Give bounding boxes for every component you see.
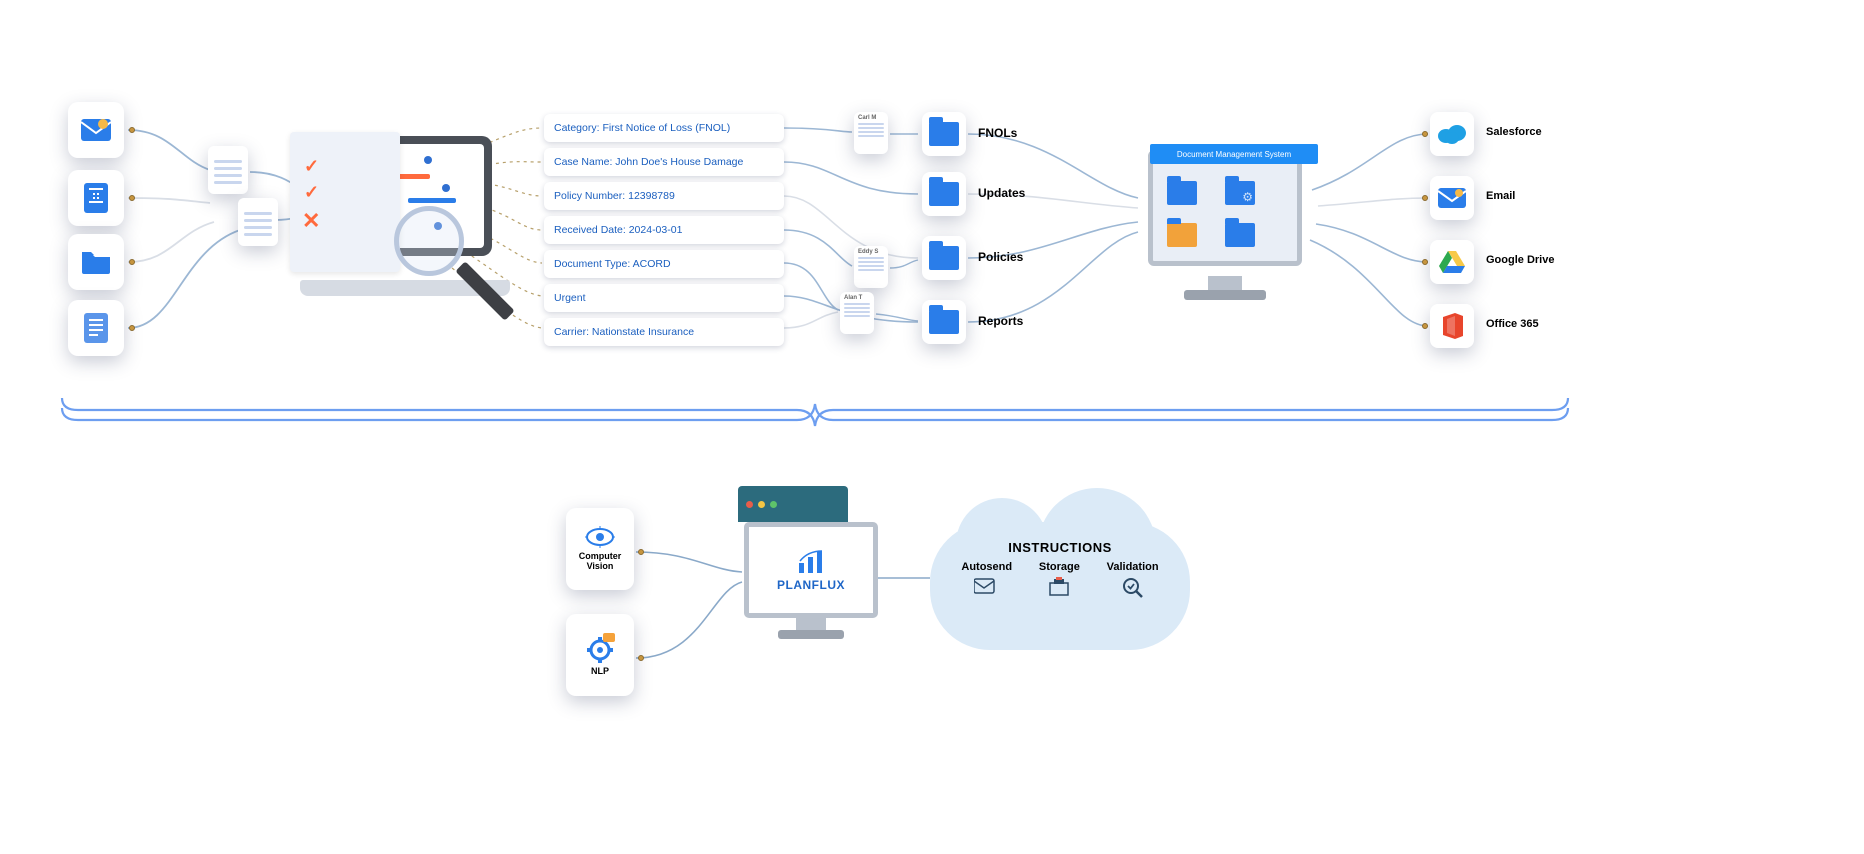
folder-label: Updates <box>978 186 1025 200</box>
storage-icon <box>1048 577 1070 597</box>
tech-label: Computer Vision <box>566 552 634 572</box>
tech-nlp: NLP <box>566 614 634 696</box>
dest-email-icon <box>1430 176 1474 220</box>
bottom-wires <box>0 460 1864 780</box>
instruction-label: Validation <box>1107 561 1159 573</box>
person-card: Eddy S <box>854 246 888 288</box>
doc-icon <box>208 146 248 194</box>
doc-icon <box>238 198 278 246</box>
folder-fnols <box>922 112 966 156</box>
folder-label: Policies <box>978 250 1023 264</box>
validation-icon <box>1122 577 1144 599</box>
eye-icon <box>585 526 615 548</box>
autosend-icon <box>974 577 1000 595</box>
planflux-monitor: PLANFLUX <box>744 522 878 652</box>
dms-header: Document Management System <box>1150 144 1318 164</box>
meta-carrier: Carrier: Nationstate Insurance <box>544 318 784 346</box>
meta-category: Category: First Notice of Loss (FNOL) <box>544 114 784 142</box>
dms-monitor: Document Management System ⚙ <box>1140 150 1310 300</box>
person-name: Eddy S <box>858 249 884 255</box>
folder-icon <box>1167 181 1197 205</box>
folder-gear-icon: ⚙ <box>1225 181 1255 205</box>
input-folder-icon <box>68 234 124 290</box>
folder-label: FNOLs <box>978 126 1017 140</box>
person-name: Carl M <box>858 115 884 121</box>
dest-label: Salesforce <box>1486 126 1542 138</box>
folder-label: Reports <box>978 314 1023 328</box>
dest-salesforce-icon <box>1430 112 1474 156</box>
meta-received-date: Received Date: 2024-03-01 <box>544 216 784 244</box>
dest-google-drive-icon <box>1430 240 1474 284</box>
dest-office365-icon <box>1430 304 1474 348</box>
tech-label: NLP <box>591 667 609 677</box>
instructions-cloud: INSTRUCTIONS Autosend Storage Validation <box>930 522 1190 650</box>
meta-document-type: Document Type: ACORD <box>544 250 784 278</box>
dest-label: Email <box>1486 190 1515 202</box>
tech-computer-vision: Computer Vision <box>566 508 634 590</box>
folder-reports <box>922 300 966 344</box>
instructions-title: INSTRUCTIONS <box>948 540 1172 555</box>
meta-case-name: Case Name: John Doe's House Damage <box>544 148 784 176</box>
folder-policies <box>922 236 966 280</box>
gear-icon <box>585 633 615 663</box>
input-document-icon <box>68 300 124 356</box>
input-email-icon <box>68 102 124 158</box>
dest-label: Google Drive <box>1486 254 1554 266</box>
folder-icon <box>1225 223 1255 247</box>
folder-icon <box>1167 223 1197 247</box>
input-form-icon <box>68 170 124 226</box>
folder-updates <box>922 172 966 216</box>
meta-urgent: Urgent <box>544 284 784 312</box>
person-card: Alan T <box>840 292 874 334</box>
meta-policy-number: Policy Number: 12398789 <box>544 182 784 210</box>
dest-label: Office 365 <box>1486 318 1539 330</box>
analysis-laptop: ✓ ✓ ✕ <box>300 136 510 296</box>
chart-icon <box>796 549 826 575</box>
person-card: Carl M <box>854 112 888 154</box>
instruction-label: Storage <box>1039 561 1080 573</box>
person-name: Alan T <box>844 295 870 301</box>
brace <box>60 386 1570 446</box>
planflux-brand: PLANFLUX <box>777 578 845 592</box>
instruction-label: Autosend <box>961 561 1012 573</box>
